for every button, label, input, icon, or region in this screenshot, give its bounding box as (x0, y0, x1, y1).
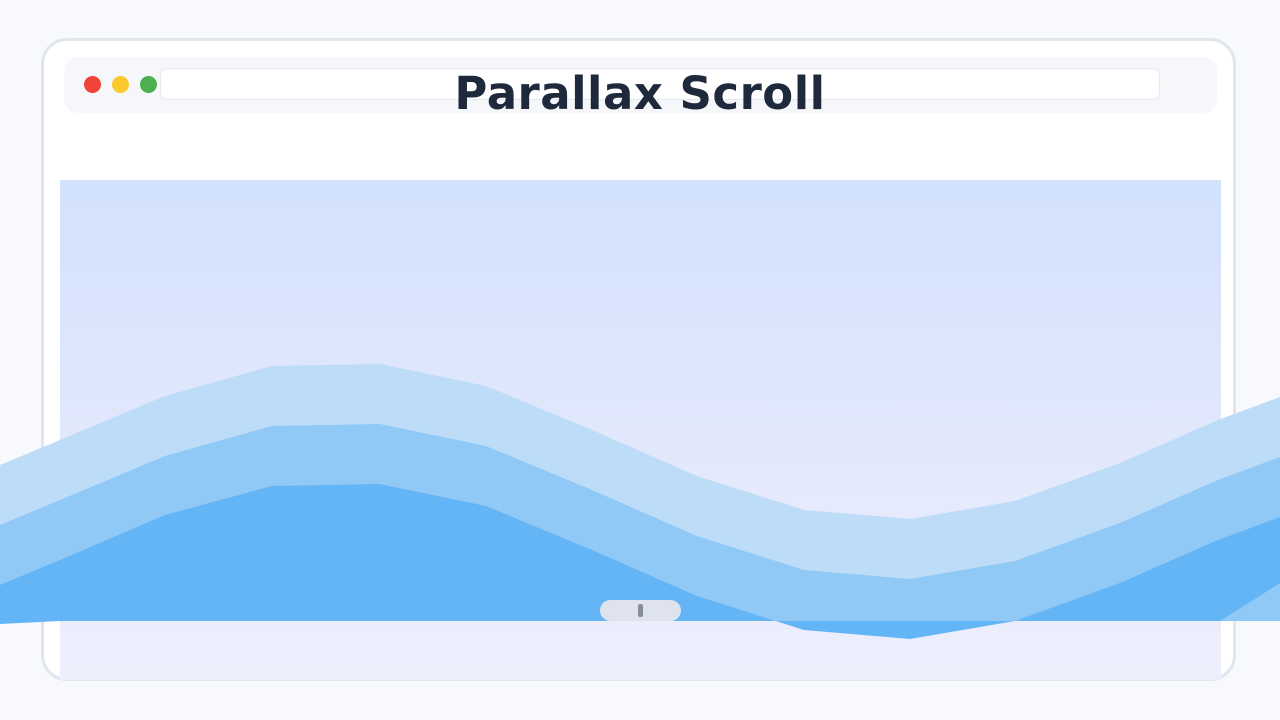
scroll-indicator[interactable] (600, 600, 681, 621)
page-title: Parallax Scroll (454, 67, 826, 120)
scroll-grip-icon (638, 604, 643, 617)
